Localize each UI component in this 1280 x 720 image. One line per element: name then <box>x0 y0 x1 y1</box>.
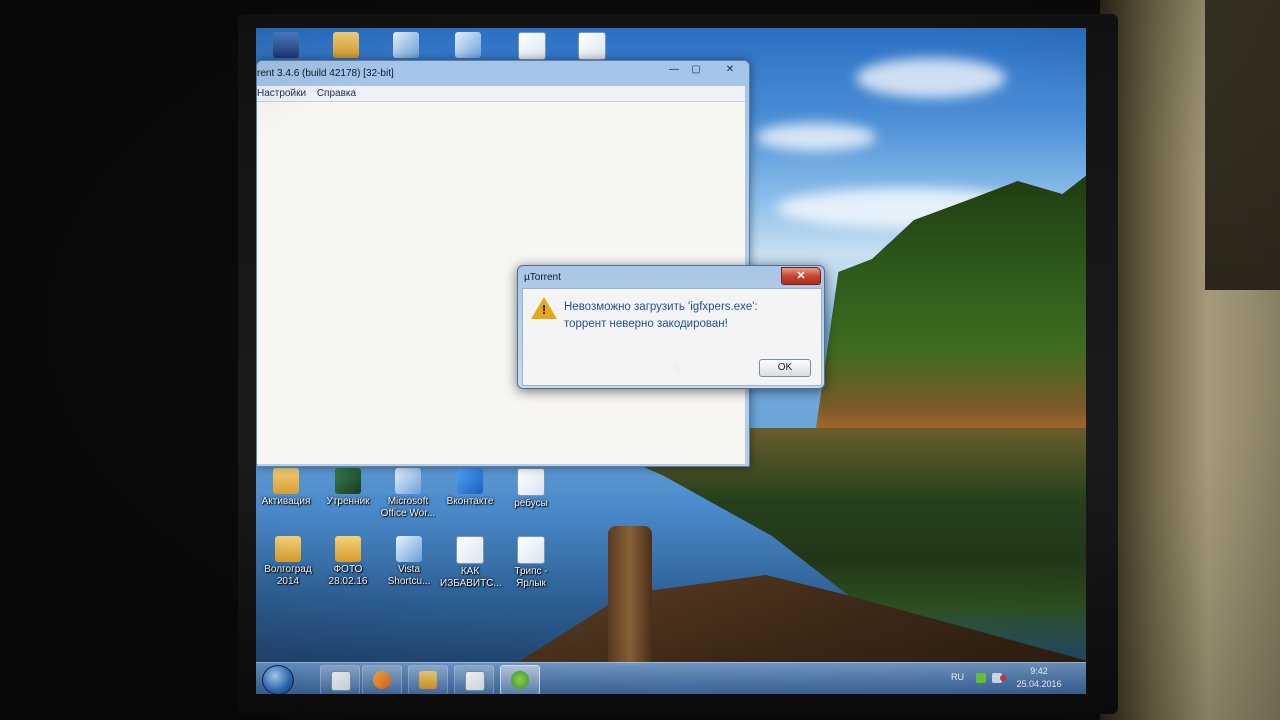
taskbar-item-media-player[interactable] <box>362 665 402 694</box>
desktop-icon-rebusy[interactable]: ребусы <box>501 468 561 510</box>
window-title: rent 3.4.6 (build 42178) [32-bit] <box>257 68 394 79</box>
taskbar-item-shortcut[interactable] <box>454 665 494 694</box>
document-icon <box>465 671 485 691</box>
error-message-line1: Невозможно загрузить 'igfxpers.exe': <box>564 301 758 313</box>
document-icon <box>331 671 351 691</box>
dialog-title: µTorrent <box>524 272 561 283</box>
desktop-icon-document[interactable] <box>502 32 562 62</box>
vk-icon <box>457 468 483 494</box>
media-player-icon <box>373 671 391 689</box>
menu-bar: Настройки Справка <box>257 86 745 102</box>
wallpaper-post <box>608 526 652 666</box>
desktop-icon-shortcut[interactable] <box>438 32 498 60</box>
shortcut-icon <box>393 32 419 58</box>
clock-date: 25.04.2016 <box>1016 679 1062 689</box>
clock-time: 9:42 <box>1030 666 1048 676</box>
network-error-icon <box>1000 675 1006 681</box>
start-button[interactable] <box>262 665 294 694</box>
desktop-icon-foto[interactable]: ФОТО 28.02.16 <box>318 536 378 588</box>
maximize-button[interactable]: ▢ <box>685 63 707 77</box>
utorrent-icon <box>511 671 529 689</box>
taskbar-item-utorrent[interactable] <box>500 665 540 694</box>
folder-icon <box>273 468 299 494</box>
document-icon <box>517 536 545 564</box>
desktop-screen: Активация Утренник Microsoft Office Wor.… <box>256 28 1086 694</box>
utorrent-tray-icon[interactable] <box>976 673 986 683</box>
menu-item-settings[interactable]: Настройки <box>257 88 306 99</box>
desktop-icon-shortcut[interactable] <box>376 32 436 60</box>
error-dialog[interactable]: µTorrent ✕ ! Невозможно загрузить 'igfxp… <box>517 265 825 389</box>
folder-icon <box>275 536 301 562</box>
ok-button[interactable]: OK <box>759 359 811 377</box>
menu-item-help[interactable]: Справка <box>317 88 356 99</box>
desktop-icon-computer[interactable] <box>256 32 316 60</box>
computer-icon <box>273 32 299 58</box>
desktop-icon-volgograd[interactable]: Волгоград 2014 <box>258 536 318 588</box>
shelf <box>1205 0 1280 290</box>
document-icon <box>518 32 546 60</box>
shortcut-icon <box>396 536 422 562</box>
language-indicator[interactable]: RU <box>951 672 964 682</box>
folder-icon <box>419 671 437 689</box>
taskbar: RU 9:42 25.04.2016 <box>256 662 1086 694</box>
document-icon <box>456 536 484 564</box>
minimize-button[interactable]: — <box>663 63 685 77</box>
video-icon <box>335 468 361 494</box>
clock[interactable]: 9:42 25.04.2016 <box>1012 665 1066 691</box>
shortcut-icon <box>395 468 421 494</box>
desktop-icon-word[interactable]: Microsoft Office Wor... <box>378 468 438 520</box>
folder-icon <box>335 536 361 562</box>
room-background <box>1100 0 1280 720</box>
shortcut-icon <box>455 32 481 58</box>
folder-icon <box>333 32 359 58</box>
dialog-body: ! Невозможно загрузить 'igfxpers.exe': т… <box>522 288 822 386</box>
desktop-icon-vkontakte[interactable]: Вконтакте <box>440 468 500 508</box>
cloud <box>756 123 876 151</box>
dialog-close-button[interactable]: ✕ <box>781 267 821 285</box>
desktop-icon-folder[interactable] <box>316 32 376 60</box>
desktop-icon-trips[interactable]: Трипс - Ярлык <box>501 536 561 590</box>
taskbar-item-explorer[interactable] <box>408 665 448 694</box>
desktop-icon-utrennik[interactable]: Утренник <box>318 468 378 508</box>
desktop-icon-kak-izbavitsya[interactable]: КАК ИЗБАВИТС... <box>440 536 502 590</box>
cloud <box>856 58 1006 98</box>
document-icon <box>578 32 606 60</box>
taskbar-item-document[interactable] <box>320 665 360 694</box>
close-button[interactable]: ✕ <box>719 63 741 77</box>
document-icon <box>517 468 545 496</box>
utorrent-main-window[interactable]: rent 3.4.6 (build 42178) [32-bit] — ▢ ✕ … <box>256 60 750 467</box>
error-message-line2: торрент неверно закодирован! <box>564 318 728 330</box>
error-message: Невозможно загрузить 'igfxpers.exe': тор… <box>564 299 814 333</box>
desktop-icon-activation[interactable]: Активация <box>256 468 316 508</box>
desktop-icon-vista-shortcut[interactable]: Vista Shortcu... <box>379 536 439 588</box>
desktop-icon-document[interactable] <box>562 32 622 62</box>
warning-mark: ! <box>541 302 547 317</box>
